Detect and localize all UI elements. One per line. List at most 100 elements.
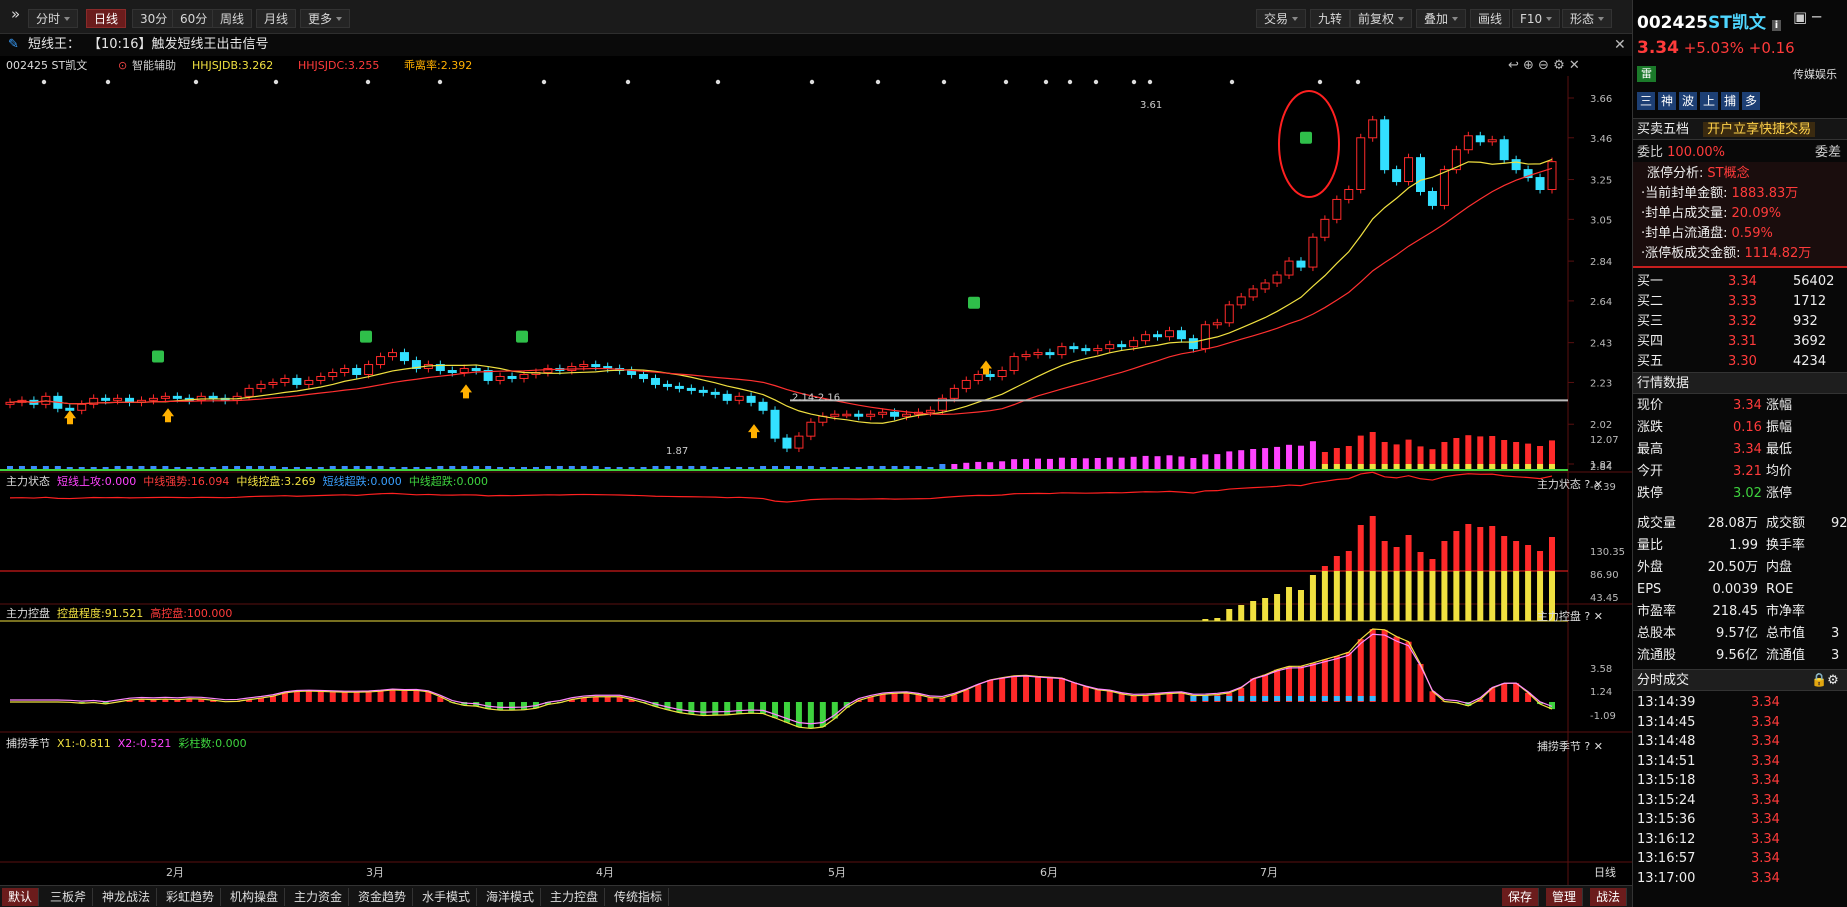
candle-body bbox=[722, 393, 732, 401]
trade-row: 13:16:12 3.34 bbox=[1637, 831, 1780, 847]
tab-five-levels[interactable]: 买卖五档 bbox=[1637, 122, 1689, 137]
tab-traditional[interactable]: 传统指标 bbox=[608, 888, 670, 906]
quick-button-5[interactable]: 多 bbox=[1742, 92, 1760, 110]
signal-dot bbox=[105, 79, 111, 85]
panel4-bar bbox=[760, 702, 767, 714]
panel3-bar bbox=[1465, 524, 1472, 571]
candle-body bbox=[925, 409, 935, 413]
signal-dot bbox=[1317, 79, 1323, 85]
book-row[interactable]: 买一 3.34 56402 bbox=[1633, 272, 1847, 291]
price-tick-label: 2.84 bbox=[1590, 257, 1612, 268]
candle-body bbox=[890, 411, 900, 417]
tab-control[interactable]: 主力控盘 bbox=[544, 888, 606, 906]
trade-row: 13:17:00 3.34 bbox=[1637, 870, 1780, 886]
window-controls-icon[interactable]: ▣ ─ bbox=[1793, 8, 1821, 26]
panel4-bar bbox=[1154, 694, 1161, 702]
panel2-tick-label: 2.84 bbox=[1590, 462, 1612, 473]
panel4-bar bbox=[1357, 639, 1364, 702]
candle-body bbox=[854, 413, 864, 417]
tab-sailor[interactable]: 水手模式 bbox=[416, 888, 478, 906]
candle-body bbox=[1320, 218, 1330, 238]
tab-default[interactable]: 默认 bbox=[2, 888, 40, 906]
tab-sanbanfu[interactable]: 三板斧 bbox=[44, 888, 94, 906]
tab-main-fund[interactable]: 主力资金 bbox=[288, 888, 350, 906]
fuquan-button[interactable]: 前复权 bbox=[1350, 9, 1413, 28]
panel4-bar bbox=[1345, 696, 1352, 701]
lock-icon[interactable]: 🔒⚙ bbox=[1811, 670, 1839, 692]
trades-section-title: 分时成交 🔒⚙ bbox=[1633, 669, 1847, 691]
panel4-bar bbox=[1321, 696, 1328, 701]
pattern-button[interactable]: 形态 bbox=[1562, 9, 1613, 28]
candle-body bbox=[1487, 139, 1497, 143]
close-icon[interactable]: ✕ bbox=[1614, 34, 1626, 56]
candle-body bbox=[1332, 198, 1342, 220]
tab-open-account[interactable]: 开户立享快捷交易 bbox=[1703, 122, 1816, 137]
f10-button[interactable]: F10 bbox=[1512, 9, 1561, 28]
tab-60min[interactable]: 60分 bbox=[172, 9, 216, 28]
panel4-bar bbox=[879, 694, 886, 702]
panel3-bar bbox=[1417, 552, 1424, 571]
panel3-bar bbox=[1321, 571, 1328, 621]
panel2-bar bbox=[963, 462, 970, 470]
tab-fund-trend[interactable]: 资金趋势 bbox=[352, 888, 414, 906]
draw-button[interactable]: 画线 bbox=[1470, 9, 1511, 28]
candle-body bbox=[698, 389, 708, 393]
quick-button-2[interactable]: 波 bbox=[1679, 92, 1697, 110]
industry-label[interactable]: 传媒娱乐 bbox=[1793, 66, 1837, 82]
jiuzhuan-button[interactable]: 九转 bbox=[1310, 9, 1351, 28]
quick-button-3[interactable]: 上 bbox=[1700, 92, 1718, 110]
panel3-bar bbox=[1405, 571, 1412, 621]
panel4-tick-label: -1.09 bbox=[1590, 711, 1616, 722]
panel3-bar bbox=[1333, 571, 1340, 621]
panel4-bar bbox=[341, 692, 348, 702]
tab-weekly[interactable]: 周线 bbox=[212, 9, 253, 28]
panel3-bar bbox=[1357, 525, 1364, 571]
strategy-button[interactable]: 战法 bbox=[1590, 888, 1628, 906]
candle-body bbox=[591, 364, 601, 368]
book-row[interactable]: 买四 3.31 3692 bbox=[1633, 332, 1847, 351]
tab-more[interactable]: 更多 bbox=[300, 9, 351, 28]
tab-fenshi[interactable]: 分时 bbox=[28, 9, 79, 28]
panel4-bar bbox=[1190, 696, 1197, 701]
book-row[interactable]: 买三 3.32 932 bbox=[1633, 312, 1847, 331]
panel4-bar bbox=[1070, 682, 1077, 702]
book-row[interactable]: 买二 3.33 1712 bbox=[1633, 292, 1847, 311]
tab-30min[interactable]: 30分 bbox=[132, 9, 176, 28]
save-button[interactable]: 保存 bbox=[1502, 888, 1540, 906]
chart-control-icons[interactable]: ↩ ⊕ ⊖ ⚙ ✕ bbox=[1508, 56, 1580, 76]
panel3-bar bbox=[1381, 541, 1388, 571]
quote-row: 现价 3.34 涨幅 bbox=[1637, 398, 1793, 413]
tab-daily[interactable]: 日线 bbox=[86, 9, 127, 28]
panel4-bar bbox=[1238, 696, 1245, 701]
tab-shenlong[interactable]: 神龙战法 bbox=[96, 888, 158, 906]
tab-institution[interactable]: 机构操盘 bbox=[224, 888, 286, 906]
book-row[interactable]: 买五 3.30 4234 bbox=[1633, 352, 1847, 371]
tab-ocean[interactable]: 海洋模式 bbox=[480, 888, 542, 906]
panel2-bar bbox=[1058, 457, 1065, 470]
quick-button-0[interactable]: 三 bbox=[1637, 92, 1655, 110]
panel4-bar bbox=[807, 702, 814, 729]
candle-body bbox=[244, 387, 254, 397]
assist-label[interactable]: 智能辅助 bbox=[132, 56, 176, 76]
panel4-bar bbox=[1286, 696, 1293, 701]
expand-icon[interactable]: » bbox=[4, 5, 27, 24]
high-annotation: 3.61 bbox=[1140, 100, 1162, 111]
quick-button-4[interactable]: 捕 bbox=[1721, 92, 1739, 110]
manage-button[interactable]: 管理 bbox=[1546, 888, 1584, 906]
overlay-button[interactable]: 叠加 bbox=[1416, 9, 1467, 28]
panel4-bar bbox=[1369, 629, 1376, 702]
dropdown-icon[interactable]: ⊙ bbox=[118, 56, 127, 76]
panel2-bar bbox=[1238, 450, 1245, 470]
trade-button[interactable]: 交易 bbox=[1256, 9, 1307, 28]
trade-row: 13:15:18 3.34 bbox=[1637, 773, 1780, 788]
thunder-tag[interactable]: 雷 bbox=[1637, 66, 1656, 82]
trade-row: 13:15:24 3.34 bbox=[1637, 792, 1780, 808]
month-label: 2月 bbox=[166, 866, 184, 879]
candle-body bbox=[1260, 282, 1270, 290]
panel3-bar bbox=[1357, 571, 1364, 621]
quick-button-1[interactable]: 神 bbox=[1658, 92, 1676, 110]
tab-rainbow[interactable]: 彩虹趋势 bbox=[160, 888, 222, 906]
tab-monthly[interactable]: 月线 bbox=[256, 9, 297, 28]
panel2-bar bbox=[1274, 446, 1281, 470]
panel4-bar bbox=[1501, 683, 1508, 702]
